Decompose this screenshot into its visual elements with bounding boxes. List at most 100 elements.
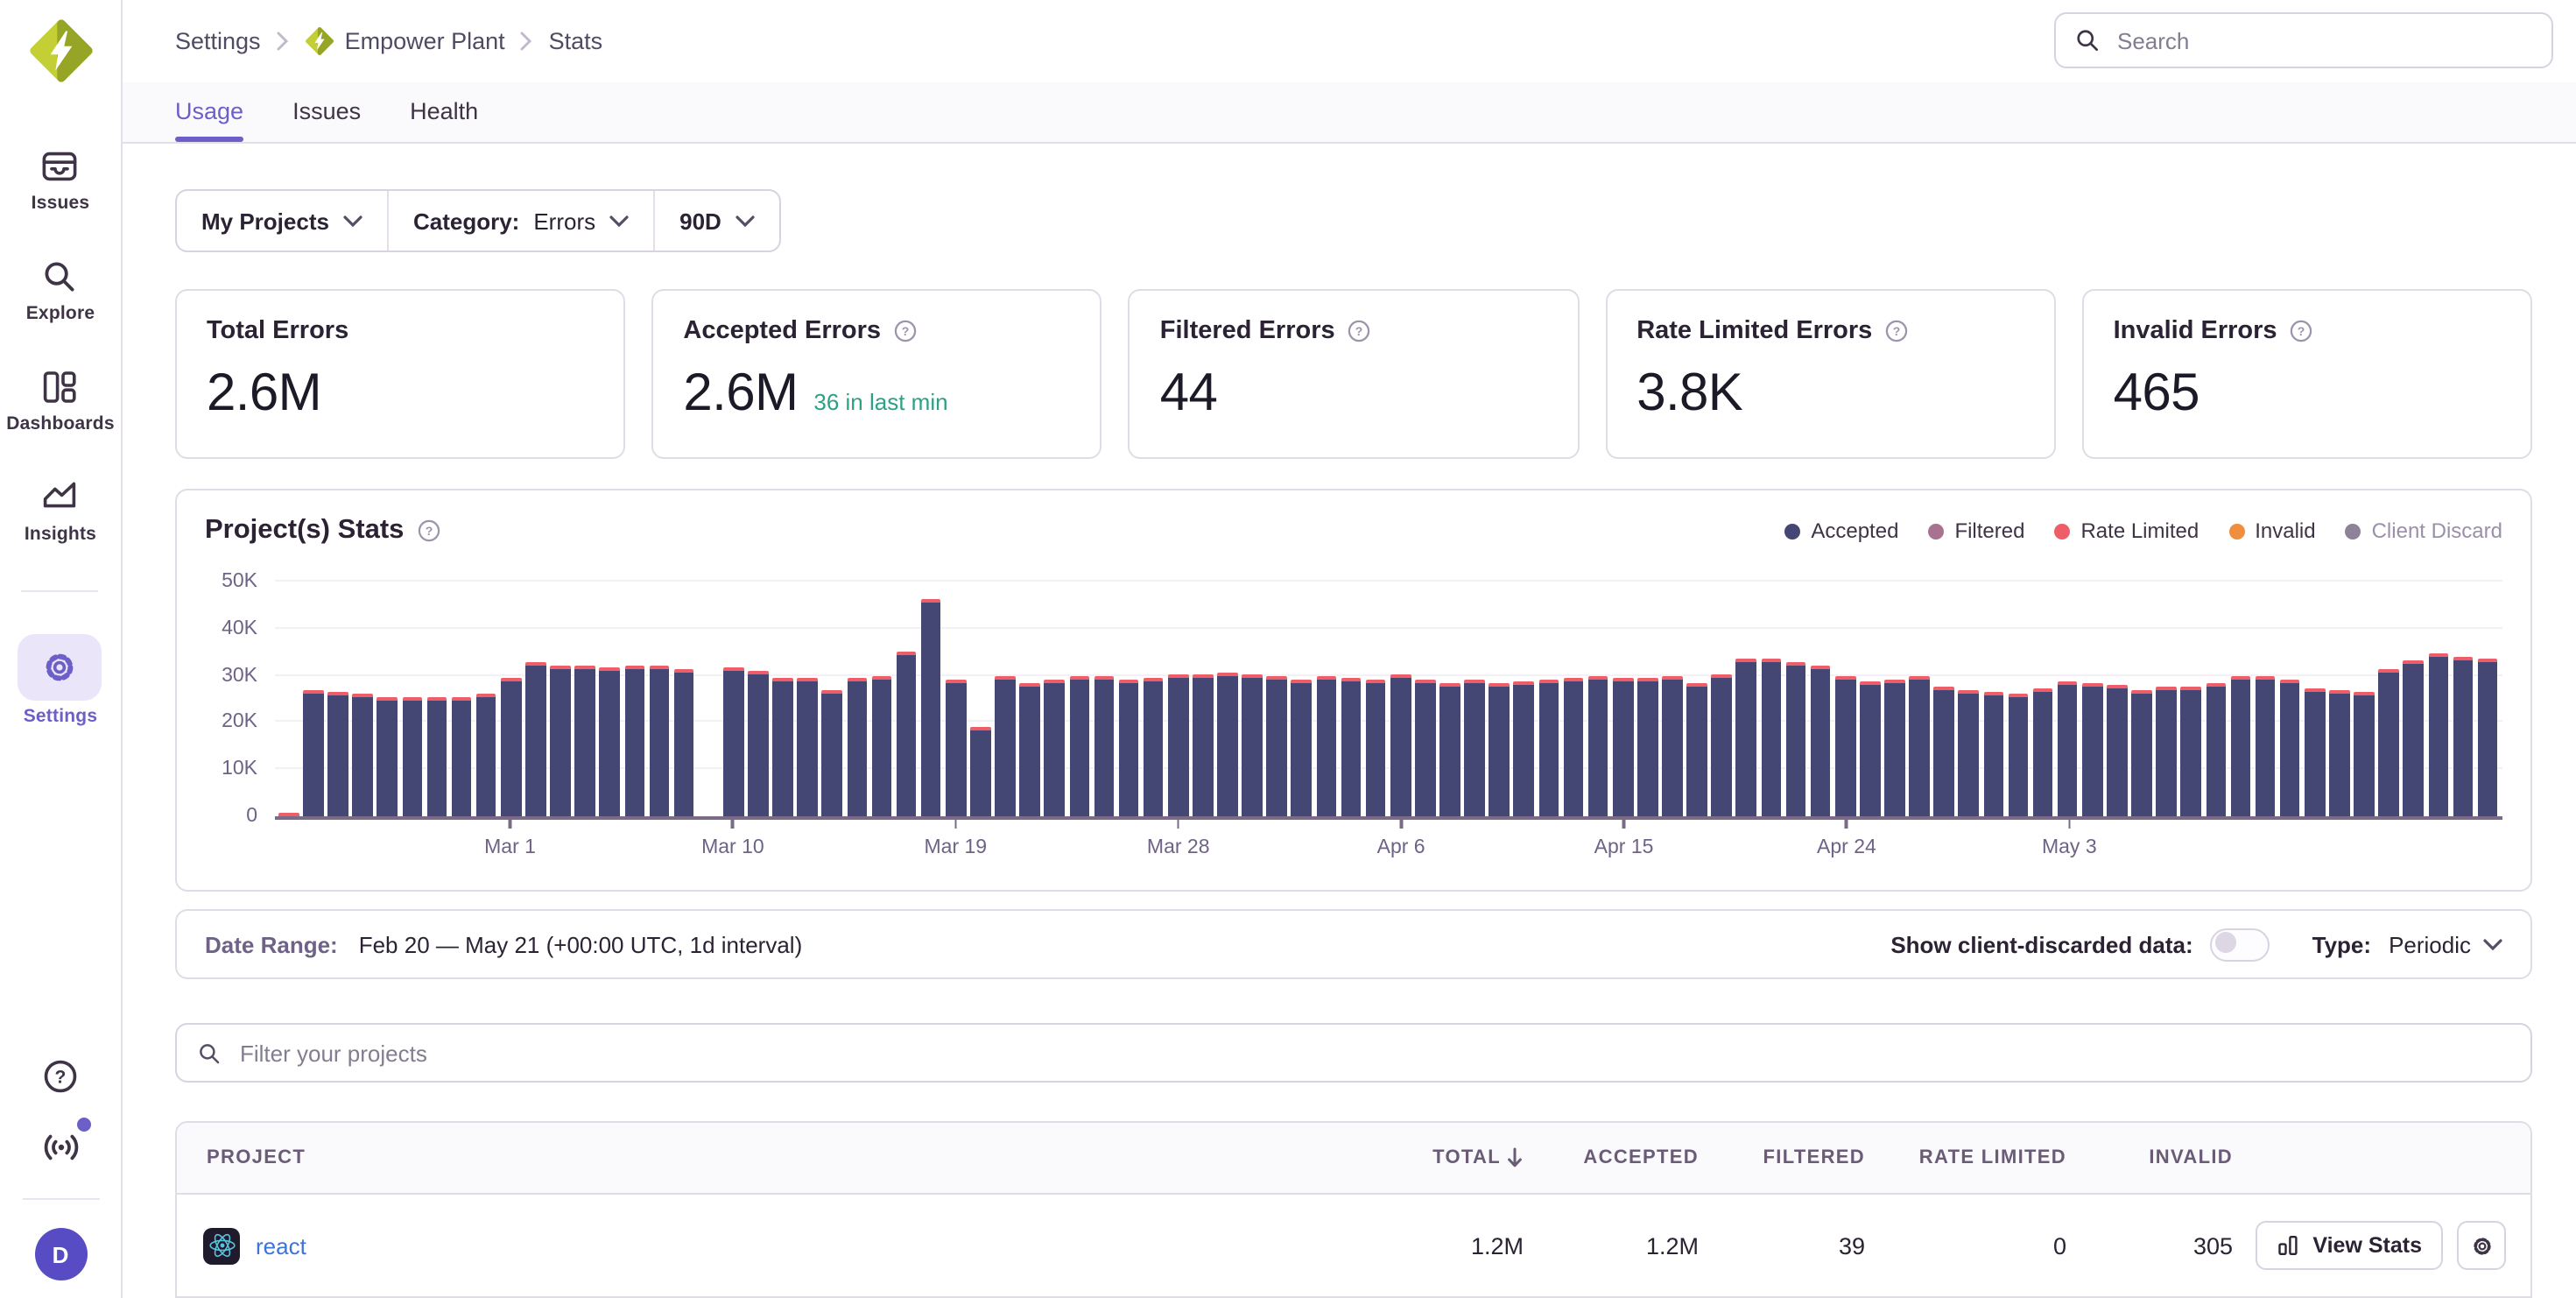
category-filter-label: Category: — [413, 208, 519, 234]
bar — [1835, 677, 1855, 816]
category-filter[interactable]: Category: Errors — [387, 191, 653, 250]
category-filter-value: Errors — [533, 208, 595, 234]
bar — [426, 698, 447, 816]
bar — [377, 696, 398, 816]
sidebar-item-explore[interactable]: Explore — [26, 256, 95, 324]
svg-text:?: ? — [55, 1067, 67, 1087]
bar — [1785, 662, 1805, 816]
bar-chart-icon — [2276, 1233, 2300, 1258]
y-tick-label: 40K — [222, 618, 257, 639]
org-logo-small-icon — [305, 26, 334, 56]
avatar[interactable]: D — [34, 1228, 87, 1280]
legend-item-client-discard[interactable]: Client Discard — [2346, 518, 2502, 543]
breadcrumb-stats: Stats — [549, 28, 603, 54]
global-search[interactable] — [2054, 13, 2553, 69]
bar — [1811, 665, 1831, 816]
stat-card-rate-limited-errors: Rate Limited Errors ? 3.8K — [1605, 289, 2055, 459]
bar — [1514, 681, 1534, 816]
legend-dot — [1928, 523, 1944, 539]
stat-card-title: Filtered Errors — [1160, 317, 1335, 345]
filter-bar: My Projects Category: Errors 90D — [175, 189, 781, 252]
column-filtered[interactable]: FILTERED — [1699, 1147, 1865, 1168]
help-circle-icon[interactable]: ? — [2290, 319, 2314, 343]
cell-accepted: 1.2M — [1524, 1232, 1699, 1259]
help-circle-icon[interactable]: ? — [893, 319, 918, 343]
legend-item-filtered[interactable]: Filtered — [1928, 518, 2024, 543]
svg-text:?: ? — [1893, 324, 1901, 338]
sidebar-item-dashboards[interactable]: Dashboards — [6, 366, 114, 434]
sidebar: Issues Explore — [0, 0, 123, 1298]
view-stats-button[interactable]: View Stats — [2255, 1221, 2443, 1270]
bar — [327, 692, 348, 816]
stat-card-value: 2.6M — [207, 364, 321, 424]
chart-plot[interactable] — [275, 568, 2502, 820]
sidebar-item-settings[interactable]: Settings — [18, 634, 102, 727]
bar — [1959, 689, 1979, 816]
column-total[interactable]: TOTAL — [1366, 1147, 1524, 1168]
sidebar-item-insights[interactable]: Insights — [25, 476, 96, 545]
bar — [921, 599, 941, 816]
bar — [1193, 675, 1213, 816]
bar — [1563, 678, 1583, 816]
legend-item-rate-limited[interactable]: Rate Limited — [2054, 518, 2199, 543]
type-select[interactable]: Periodic — [2389, 931, 2502, 957]
project-link[interactable]: react — [256, 1232, 306, 1259]
project-settings-button[interactable] — [2457, 1221, 2506, 1270]
breadcrumb-organization[interactable]: Empower Plant — [305, 26, 505, 56]
client-discard-toggle[interactable] — [2211, 928, 2270, 961]
chart-y-axis: 0 10K 20K 30K 40K 50K — [205, 568, 275, 816]
help-circle-icon[interactable]: ? — [1348, 319, 1372, 343]
bar — [1934, 686, 1954, 816]
bar — [1736, 658, 1756, 816]
cell-total: 1.2M — [1366, 1232, 1524, 1259]
column-rate-limited[interactable]: RATE LIMITED — [1865, 1147, 2066, 1168]
x-tick-label: Apr 24 — [1817, 837, 1876, 858]
stat-cards: Total Errors 2.6M Accepted Errors ? 2.6M — [175, 289, 2532, 459]
column-accepted[interactable]: ACCEPTED — [1524, 1147, 1699, 1168]
tab-health[interactable]: Health — [410, 98, 478, 142]
chevron-down-icon — [609, 215, 629, 227]
date-range-filter[interactable]: 90D — [653, 191, 779, 250]
bar — [1761, 660, 1781, 816]
bar — [501, 678, 521, 816]
x-tick — [1400, 820, 1403, 829]
x-tick — [1622, 820, 1625, 829]
sidebar-item-issues[interactable]: Issues — [32, 145, 90, 214]
tab-usage[interactable]: Usage — [175, 98, 243, 142]
help-button[interactable]: ? — [39, 1055, 81, 1097]
org-logo[interactable] — [27, 18, 94, 93]
projects-filter-label: My Projects — [201, 208, 329, 234]
column-invalid[interactable]: INVALID — [2066, 1147, 2233, 1168]
project-filter[interactable] — [175, 1023, 2532, 1083]
sidebar-item-label: Issues — [32, 193, 90, 214]
breadcrumb-settings[interactable]: Settings — [175, 28, 261, 54]
breadcrumb-org-label: Empower Plant — [345, 28, 505, 54]
search-input[interactable] — [2114, 26, 2534, 56]
help-circle-icon[interactable]: ? — [1884, 319, 1909, 343]
projects-table: PROJECT TOTAL ACCEPTED FILTERED RATE LIM… — [175, 1121, 2532, 1298]
dashboards-icon — [39, 366, 81, 408]
stat-card-value: 3.8K — [1636, 364, 1742, 424]
broadcast-button[interactable] — [39, 1125, 81, 1167]
stat-card-total-errors: Total Errors 2.6M — [175, 289, 625, 459]
bar — [1118, 680, 1138, 816]
column-project[interactable]: PROJECT — [177, 1147, 1366, 1168]
sidebar-divider — [22, 590, 99, 592]
topbar: Settings Empower Plant Stats — [123, 0, 2576, 82]
projects-filter[interactable]: My Projects — [177, 191, 387, 250]
x-tick — [2068, 820, 2071, 829]
bar — [278, 813, 299, 816]
date-range-label: Date Range: — [205, 931, 338, 957]
svg-text:?: ? — [2298, 324, 2305, 338]
table-header: PROJECT TOTAL ACCEPTED FILTERED RATE LIM… — [177, 1123, 2530, 1195]
legend-item-invalid[interactable]: Invalid — [2228, 518, 2315, 543]
chart-title: Project(s) Stats — [205, 515, 404, 547]
x-tick-label: Mar 10 — [701, 837, 764, 858]
legend-dot — [2228, 523, 2244, 539]
legend-item-accepted[interactable]: Accepted — [1784, 518, 1898, 543]
type-select-value: Periodic — [2389, 931, 2471, 957]
bar — [1267, 676, 1287, 817]
project-filter-input[interactable] — [236, 1038, 2511, 1068]
tab-issues[interactable]: Issues — [292, 98, 361, 142]
help-circle-icon[interactable]: ? — [416, 518, 440, 543]
